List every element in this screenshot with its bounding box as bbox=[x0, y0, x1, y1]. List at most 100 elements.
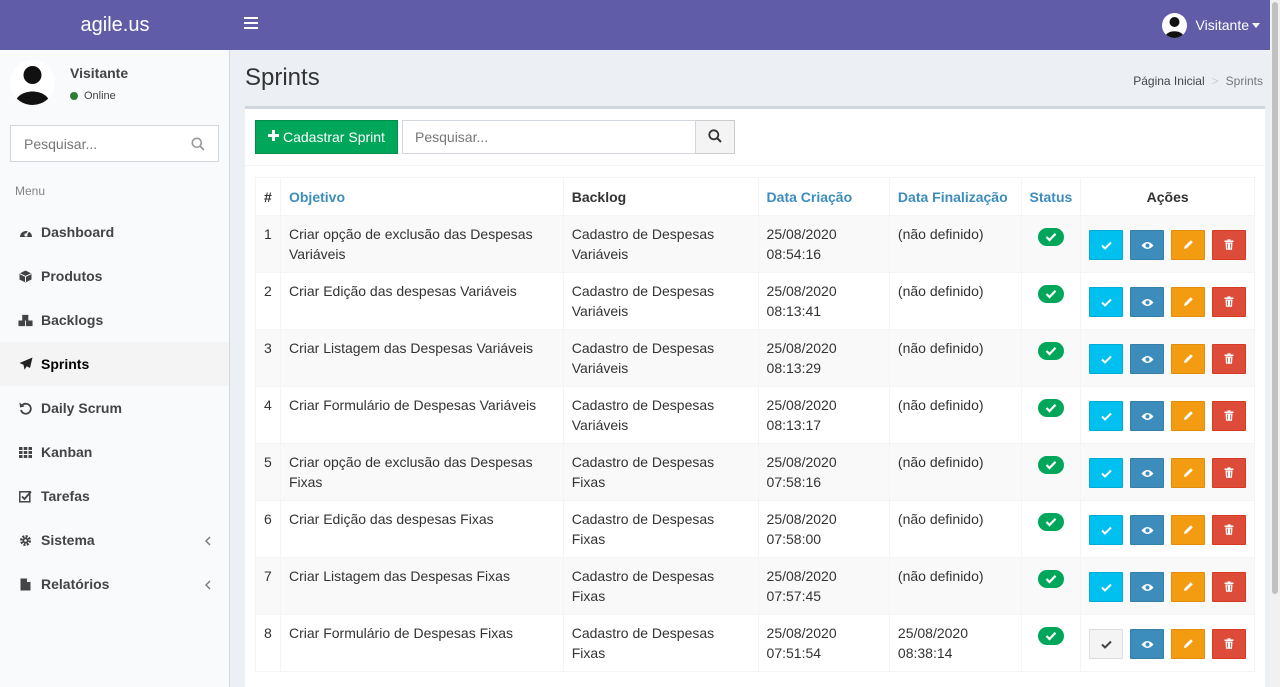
criacao-time: 08:54:16 bbox=[766, 246, 822, 262]
cell-num: 5 bbox=[255, 443, 281, 501]
scrollbar-thumb[interactable] bbox=[1272, 2, 1278, 594]
view-sprint-button[interactable] bbox=[1130, 344, 1165, 374]
add-sprint-button[interactable]: Cadastrar Sprint bbox=[255, 120, 398, 154]
sprints-box: Cadastrar Sprint # Objetivo Backlog Data… bbox=[245, 106, 1265, 687]
cell-data-finalizacao: (não definido) bbox=[888, 386, 1022, 444]
sidebar-user-name: Visitante bbox=[70, 65, 129, 81]
cell-data-criacao: 25/08/2020 07:57:45 bbox=[757, 557, 890, 615]
trash-icon bbox=[1224, 292, 1234, 312]
menu-toggle-icon[interactable] bbox=[244, 17, 258, 33]
view-sprint-button[interactable] bbox=[1130, 458, 1165, 488]
view-sprint-button[interactable] bbox=[1130, 515, 1165, 545]
col-header-data-finalizacao[interactable]: Data Finalização bbox=[888, 177, 1022, 216]
sidebar-item-sistema[interactable]: Sistema bbox=[0, 518, 229, 562]
table-search-input[interactable] bbox=[402, 120, 696, 154]
box-divider bbox=[245, 165, 1265, 166]
check-square-icon bbox=[18, 489, 33, 504]
cell-actions bbox=[1080, 557, 1255, 615]
table-search-button[interactable] bbox=[696, 120, 735, 154]
eye-icon bbox=[1141, 577, 1154, 597]
cell-backlog: Cadastro de Despesas Fixas bbox=[562, 557, 759, 615]
sidebar-item-sprints[interactable]: Sprints bbox=[0, 342, 229, 386]
edit-sprint-button[interactable] bbox=[1171, 287, 1206, 317]
sidebar-item-backlogs[interactable]: Backlogs bbox=[0, 298, 229, 342]
cubes-icon bbox=[18, 313, 33, 328]
view-sprint-button[interactable] bbox=[1130, 629, 1165, 659]
criacao-time: 07:51:54 bbox=[766, 645, 822, 661]
check-icon bbox=[1101, 235, 1112, 255]
pencil-icon bbox=[1183, 463, 1194, 483]
col-header-data-criacao[interactable]: Data Criação bbox=[757, 177, 890, 216]
page-scrollbar[interactable] bbox=[1270, 0, 1280, 687]
table-row: 5 Criar opção de exclusão das Despesas F… bbox=[255, 443, 1255, 501]
table-header-row: # Objetivo Backlog Data Criação Data Fin… bbox=[255, 177, 1255, 216]
delete-sprint-button[interactable] bbox=[1211, 401, 1246, 431]
page-title: Sprints bbox=[245, 64, 320, 91]
sidebar-item-relatorios[interactable]: Relatórios bbox=[0, 562, 229, 606]
view-sprint-button[interactable] bbox=[1130, 230, 1165, 260]
cell-data-finalizacao: 25/08/2020 08:38:14 bbox=[888, 614, 1022, 672]
cell-data-finalizacao: (não definido) bbox=[888, 500, 1022, 558]
cell-objetivo: Criar Edição das despesas Fixas bbox=[279, 500, 564, 558]
edit-sprint-button[interactable] bbox=[1171, 458, 1206, 488]
app-logo[interactable]: agile.us bbox=[0, 0, 230, 50]
table-row: 4 Criar Formulário de Despesas Variáveis… bbox=[255, 386, 1255, 444]
chevron-left-icon bbox=[205, 577, 211, 593]
sidebar-item-daily-scrum[interactable]: Daily Scrum bbox=[0, 386, 229, 430]
delete-sprint-button[interactable] bbox=[1211, 572, 1246, 602]
sidebar-item-dashboard[interactable]: Dashboard bbox=[0, 210, 229, 254]
sidebar-item-label: Backlogs bbox=[41, 312, 104, 328]
finish-sprint-button[interactable] bbox=[1089, 287, 1124, 317]
sidebar-search-input[interactable] bbox=[11, 126, 181, 161]
delete-sprint-button[interactable] bbox=[1211, 515, 1246, 545]
delete-sprint-button[interactable] bbox=[1211, 230, 1246, 260]
breadcrumb-home-link[interactable]: Página Inicial bbox=[1133, 74, 1204, 88]
finish-sprint-button[interactable] bbox=[1089, 629, 1124, 659]
view-sprint-button[interactable] bbox=[1130, 401, 1165, 431]
cell-backlog: Cadastro de Despesas Variáveis bbox=[562, 272, 759, 330]
edit-sprint-button[interactable] bbox=[1171, 629, 1206, 659]
user-menu[interactable]: Visitante bbox=[1161, 0, 1260, 50]
toolbar: Cadastrar Sprint bbox=[255, 120, 735, 154]
sidebar-item-label: Relatórios bbox=[41, 576, 110, 592]
sidebar-item-label: Sistema bbox=[41, 532, 95, 548]
cell-num: 6 bbox=[255, 500, 281, 558]
delete-sprint-button[interactable] bbox=[1211, 629, 1246, 659]
check-icon bbox=[1101, 634, 1112, 654]
finish-sprint-button[interactable] bbox=[1089, 515, 1124, 545]
cell-num: 3 bbox=[255, 329, 281, 387]
col-header-status[interactable]: Status bbox=[1020, 177, 1082, 216]
cell-status bbox=[1020, 329, 1082, 387]
sidebar-item-tarefas[interactable]: Tarefas bbox=[0, 474, 229, 518]
trash-icon bbox=[1224, 406, 1234, 426]
finish-sprint-button[interactable] bbox=[1089, 344, 1124, 374]
delete-sprint-button[interactable] bbox=[1211, 458, 1246, 488]
finish-sprint-button[interactable] bbox=[1089, 401, 1124, 431]
sidebar-item-kanban[interactable]: Kanban bbox=[0, 430, 229, 474]
cell-num: 1 bbox=[255, 215, 281, 273]
sidebar-item-produtos[interactable]: Produtos bbox=[0, 254, 229, 298]
finish-sprint-button[interactable] bbox=[1089, 230, 1124, 260]
user-status: Online bbox=[70, 90, 116, 102]
eye-icon bbox=[1141, 463, 1154, 483]
edit-sprint-button[interactable] bbox=[1171, 230, 1206, 260]
pencil-icon bbox=[1183, 292, 1194, 312]
status-check-icon bbox=[1037, 342, 1064, 360]
search-icon[interactable] bbox=[191, 137, 205, 154]
status-check-icon bbox=[1037, 513, 1064, 531]
col-header-objetivo[interactable]: Objetivo bbox=[279, 177, 564, 216]
finish-sprint-button[interactable] bbox=[1089, 572, 1124, 602]
delete-sprint-button[interactable] bbox=[1211, 344, 1246, 374]
delete-sprint-button[interactable] bbox=[1211, 287, 1246, 317]
view-sprint-button[interactable] bbox=[1130, 287, 1165, 317]
finish-sprint-button[interactable] bbox=[1089, 458, 1124, 488]
sidebar-item-label: Sprints bbox=[41, 356, 90, 372]
edit-sprint-button[interactable] bbox=[1171, 515, 1206, 545]
view-sprint-button[interactable] bbox=[1130, 572, 1165, 602]
edit-sprint-button[interactable] bbox=[1171, 344, 1206, 374]
edit-sprint-button[interactable] bbox=[1171, 401, 1206, 431]
table-row: 3 Criar Listagem das Despesas Variáveis … bbox=[255, 329, 1255, 387]
pencil-icon bbox=[1183, 577, 1194, 597]
edit-sprint-button[interactable] bbox=[1171, 572, 1206, 602]
cell-backlog: Cadastro de Despesas Fixas bbox=[562, 443, 759, 501]
